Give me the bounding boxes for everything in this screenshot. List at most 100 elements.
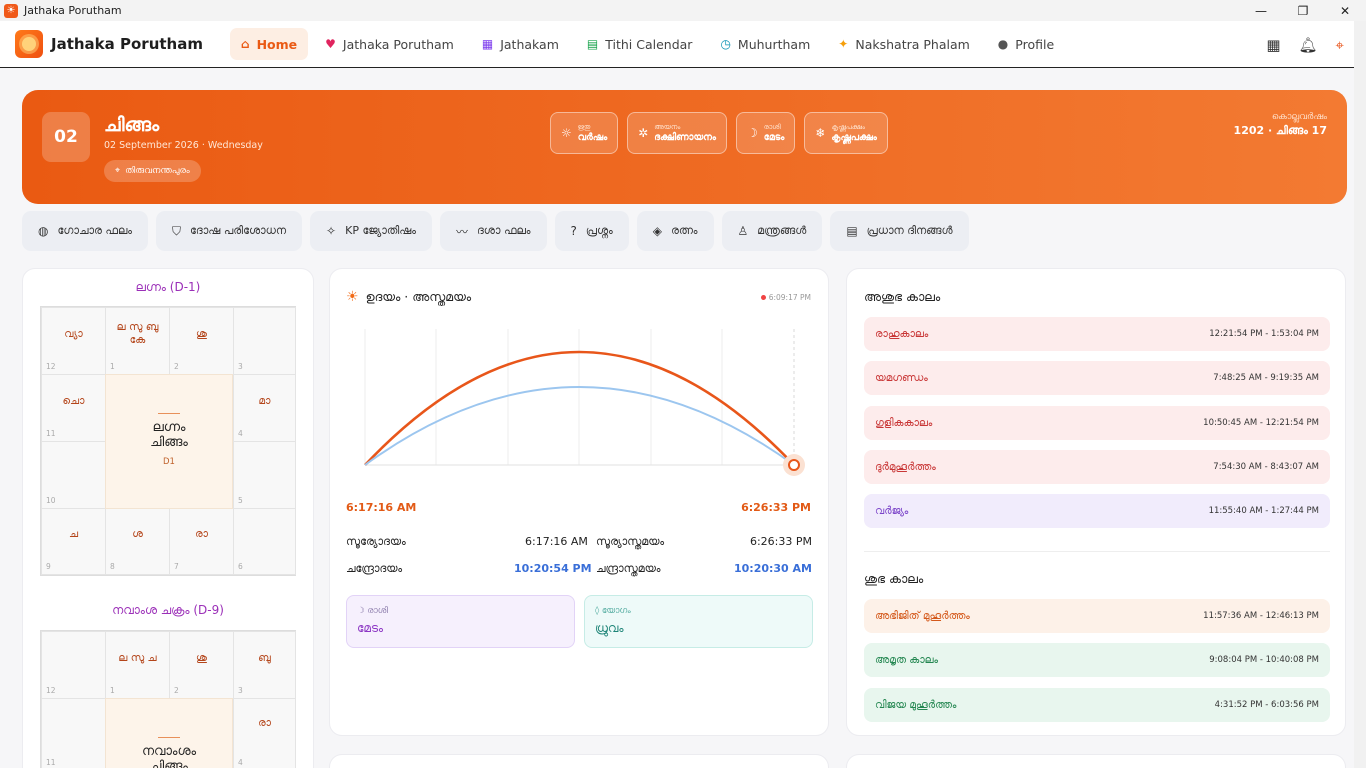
house-cell[interactable]: 10 [41,441,106,509]
mantras-button[interactable]: ♙ മന്ത്രങ്ങൾ [721,211,823,251]
nav-muhurtham[interactable]: ◷ Muhurtham [709,28,821,60]
horoscope-charts-card: ലഗ്നം (D-1) വ്യാ 12 ല സു ബു കേ 1 ശു 2 3 ചൊ 1… [22,268,314,768]
section-divider [864,551,1330,552]
location-pin-icon[interactable]: ⌖ [1336,36,1344,54]
house-cell[interactable]: 5 [233,441,296,509]
house-cell[interactable]: 11 [41,698,106,768]
period-row[interactable]: വിജയ മുഹൂർത്തം 4:31:52 PM - 6:03:56 PM [864,688,1330,722]
minimize-button[interactable]: — [1240,0,1282,21]
nav-nakshatra-phalam[interactable]: ✦ Nakshatra Phalam [827,28,981,60]
period-row[interactable]: യമഗണ്ഡം 7:48:25 AM - 9:19:35 AM [864,361,1330,395]
nav-profile[interactable]: ● Profile [987,28,1065,60]
sunrise-sunset-card: ☀ ഉദയം · അസ്തമയം 6:09:17 PM 6:17:16 AM 6:… [329,268,829,736]
full-date: 02 September 2026 · Wednesday [104,140,263,151]
day-number: 02 [42,112,90,162]
house-cell[interactable]: രാ 4 [233,698,296,768]
sparkle-icon: ✦ [838,37,849,51]
auspicious-periods-card: അശുഭ കാലം രാഹുകാലം 12:21:54 PM - 1:53:04 … [846,268,1346,736]
house-cell[interactable]: ശു 2 [169,631,234,699]
top-navigation: Jathaka Porutham ⌂ Home ♥ Jathaka Porutham… [0,21,1354,68]
dosha-check-button[interactable]: ⛉ ദോഷ പരിശോധന [156,211,303,251]
ashubha-title: അശുഭ കാലം [864,289,941,304]
vertical-scrollbar[interactable] [1354,21,1366,768]
brand[interactable]: Jathaka Porutham [15,30,203,58]
next-card-partial [846,754,1346,768]
important-days-button[interactable]: ▤ പ്രധാന ദിനങ്ങൾ [830,211,969,251]
sun-logo-icon [15,30,43,58]
gem-button[interactable]: ◈ രത്നം [636,211,714,251]
house-cell[interactable]: ബു 3 [233,631,296,699]
kp-astrology-button[interactable]: ✧ KP ജ്യോതിഷം [310,211,432,251]
sun-icon: ☼ [561,126,572,140]
calendar-icon: ▤ [586,37,599,51]
period-row[interactable]: ദുർമുഹൂർത്തം 7:54:30 AM - 8:43:07 AM [864,450,1330,484]
period-row[interactable]: വർജ്യം 11:55:40 AM - 1:27:44 PM [864,494,1330,528]
house-cell[interactable]: ല സു ബു കേ 1 [105,307,170,375]
today-hero-banner: 02 ചിങ്ങം 02 September 2026 · Wednesday … [22,90,1347,204]
chart-center: ലഗ്നം ചിങ്ങം D1 [105,374,233,509]
drop-icon: ◊ [595,606,602,616]
nav-home[interactable]: ⌂ Home [229,28,309,60]
meditation-icon: ♙ [737,224,749,238]
sparkle-icon: ✧ [326,224,337,238]
window-titlebar: ☀ Jathaka Porutham — ❐ ✕ [0,0,1366,21]
shubha-title: ശുഭ കാലം [864,571,924,586]
location-chip[interactable]: ⌖ തിരുവനന്തപുരം [104,160,201,182]
sun-card-title: ☀ ഉദയം · അസ്തമയം [346,289,472,305]
clock-icon: ◷ [720,37,731,51]
house-cell[interactable]: ച9 [41,508,106,575]
moon-icon: ☽ [746,126,758,140]
feature-buttons: ◍ ഗോചാര ഫലം ⛉ ദോഷ പരിശോധന ✧ KP ജ്യോതിഷം 〰 ദശ… [22,211,969,251]
sunset-time-large: 6:26:33 PM [741,501,811,514]
malayalam-month: ചിങ്ങം [104,114,160,136]
rasi-chip: ☽ രാശി മേടം [735,112,796,154]
moon-icon: ☽ [357,606,368,616]
app-icon: ☀ [4,3,18,18]
sun-path-arc-chart [364,329,805,476]
period-row[interactable]: അഭിജിത് മുഹൂർത്തം 11:57:36 AM - 12:46:13 … [864,599,1330,633]
house-cell[interactable]: 6 [233,508,296,575]
dasha-phalam-button[interactable]: 〰 ദശാ ഫലം [439,211,547,251]
rasi-chart-grid: വ്യാ 12 ല സു ബു കേ 1 ശു 2 3 ചൊ 11 മാ 4 10 5 ച… [40,306,296,576]
gochara-phalam-button[interactable]: ◍ ഗോചാര ഫലം [22,211,148,251]
period-row[interactable]: രാഹുകാലം 12:21:54 PM - 1:53:04 PM [864,317,1330,351]
bell-icon[interactable]: 🔔︎ [1299,36,1318,54]
period-row[interactable]: അമൃത കാലം 9:08:04 PM - 10:40:08 PM [864,643,1330,677]
nav-jathaka-porutham[interactable]: ♥ Jathaka Porutham [314,28,465,60]
prashnam-button[interactable]: ? പ്രശ്നം [554,211,629,251]
trend-icon: 〰 [455,224,468,239]
shield-icon: ⛉ [172,223,182,238]
ritu-chip: ☼ ഋതു വർഷം [550,112,619,154]
ayanam-chip: ✲ അയനം ദക്ഷിണായനം [627,112,727,154]
location-pin-icon: ⌖ [115,166,121,176]
rasi-chart-title: ലഗ്നം (D-1) [135,280,201,294]
period-row[interactable]: ഗുളികകാലം 10:50:45 AM - 12:21:54 PM [864,406,1330,440]
next-card-partial [329,754,829,768]
diamond-icon: ◈ [652,224,662,238]
sun-icon: ☀ [346,289,359,305]
nav-jathakam[interactable]: ▦ Jathakam [471,28,570,60]
house-cell[interactable]: ല സു ച1 [105,631,170,699]
house-cell[interactable]: രാ 7 [169,508,234,575]
house-cell[interactable]: വ്യാ 12 [41,307,106,375]
calendar-icon[interactable]: ▦ [1266,36,1280,54]
brand-name: Jathaka Porutham [51,35,203,53]
live-clock: 6:09:17 PM [760,293,811,302]
kollavarsham: കൊല്ലവർഷം 1202 · ചിങ്ങം 17 [1233,112,1327,137]
sunrise-time-large: 6:17:16 AM [346,501,417,514]
gear-icon: ✲ [638,126,649,140]
house-cell[interactable]: മാ 4 [233,374,296,442]
house-cell[interactable]: 12 [41,631,106,699]
house-cell[interactable]: ശു 2 [169,307,234,375]
maximize-button[interactable]: ❐ [1282,0,1324,21]
nav-tithi-calendar[interactable]: ▤ Tithi Calendar [576,28,704,60]
rasi-info-box: ☽ രാശി മേടം [346,595,575,648]
person-icon: ● [997,37,1009,51]
paksham-chip: ❄ കൃഷ്ണപക്ഷം കൃഷ്ണപക്ഷം [804,112,888,154]
house-cell[interactable]: 3 [233,307,296,375]
window-title: Jathaka Porutham [24,4,122,17]
yoga-info-box: ◊ യോഗം ധ്രുവം [584,595,813,648]
house-cell[interactable]: ശ8 [105,508,170,575]
close-button[interactable]: ✕ [1324,0,1366,21]
house-cell[interactable]: ചൊ 11 [41,374,106,442]
